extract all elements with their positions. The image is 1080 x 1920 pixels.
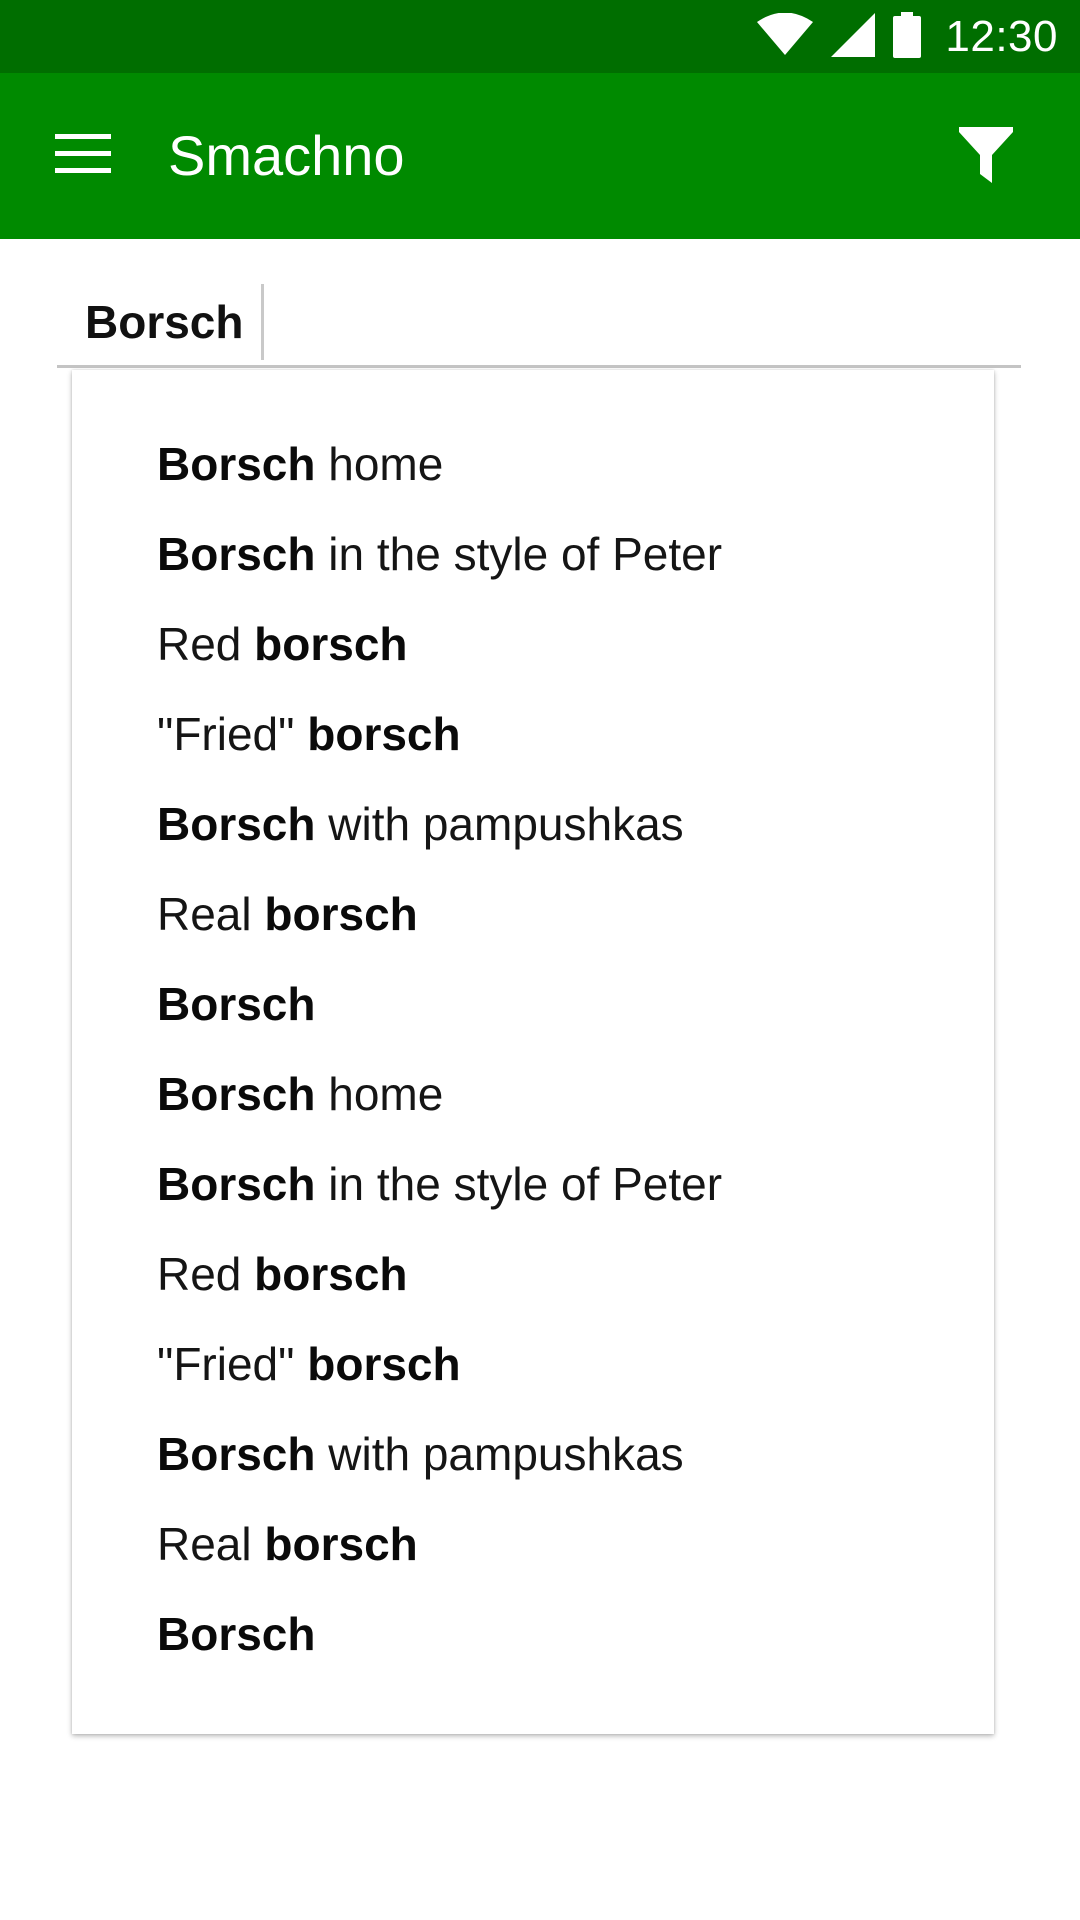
suggestion-match: Borsch <box>157 978 316 1030</box>
hamburger-menu-icon <box>55 134 111 178</box>
wifi-icon <box>757 12 814 61</box>
suggestion-item[interactable]: "Fried" borsch <box>72 689 994 779</box>
suggestion-match: borsch <box>307 708 461 760</box>
status-icons: 12:30 <box>757 0 1058 73</box>
suggestion-item[interactable]: Real borsch <box>72 1499 994 1589</box>
suggestion-match: Borsch <box>157 1158 316 1210</box>
suggestion-match: borsch <box>264 1518 418 1570</box>
suggestion-match: Borsch <box>157 1068 316 1120</box>
suggestion-text: with pampushkas <box>315 1428 684 1480</box>
suggestion-item[interactable]: Borsch with pampushkas <box>72 1409 994 1499</box>
status-bar: 12:30 <box>0 0 1080 73</box>
suggestion-match: Borsch <box>157 528 316 580</box>
suggestion-match: borsch <box>307 1338 461 1390</box>
suggestion-match: Borsch <box>157 1608 316 1660</box>
suggestion-match: Borsch <box>157 438 316 490</box>
suggestion-item[interactable]: Borsch with pampushkas <box>72 779 994 869</box>
battery-icon <box>893 11 922 62</box>
cellular-signal-icon <box>831 12 876 61</box>
screen: 12:30 Smachno Borsch Borsch home Borsch … <box>0 0 1080 1920</box>
suggestion-text: Real <box>157 1518 265 1570</box>
menu-button[interactable] <box>40 118 126 194</box>
suggestion-text: in the style of Peter <box>315 1158 723 1210</box>
suggestion-match: Borsch <box>157 1428 316 1480</box>
filter-funnel-icon <box>959 127 1013 187</box>
suggestion-text: Red <box>157 1248 255 1300</box>
suggestion-item[interactable]: Borsch <box>72 959 994 1049</box>
suggestion-item[interactable]: Red borsch <box>72 599 994 689</box>
suggestion-item[interactable]: Borsch <box>72 1589 994 1679</box>
suggestion-text: "Fried" <box>157 708 308 760</box>
suggestion-text: with pampushkas <box>315 798 684 850</box>
suggestion-item[interactable]: Red borsch <box>72 1229 994 1319</box>
search-input[interactable]: Borsch <box>57 270 1021 368</box>
suggestion-text: Real <box>157 888 265 940</box>
filter-button[interactable] <box>946 117 1026 197</box>
search-input-value: Borsch <box>85 284 265 360</box>
suggestion-item[interactable]: "Fried" borsch <box>72 1319 994 1409</box>
app-bar: Smachno <box>0 73 1080 239</box>
suggestions-dropdown: Borsch home Borsch in the style of Peter R… <box>72 370 994 1734</box>
suggestion-text: in the style of Peter <box>315 528 723 580</box>
suggestion-text: home <box>315 438 444 490</box>
status-time: 12:30 <box>945 11 1058 61</box>
suggestion-item[interactable]: Borsch in the style of Peter <box>72 509 994 599</box>
suggestion-text: Red <box>157 618 255 670</box>
suggestion-match: borsch <box>254 1248 408 1300</box>
suggestion-match: borsch <box>254 618 408 670</box>
suggestion-text: home <box>315 1068 444 1120</box>
suggestion-item[interactable]: Borsch home <box>72 1049 994 1139</box>
suggestion-item[interactable]: Borsch home <box>72 419 994 509</box>
suggestion-match: Borsch <box>157 798 316 850</box>
suggestion-match: borsch <box>264 888 418 940</box>
suggestion-item[interactable]: Borsch in the style of Peter <box>72 1139 994 1229</box>
app-title: Smachno <box>168 124 405 187</box>
suggestion-item[interactable]: Real borsch <box>72 869 994 959</box>
suggestion-text: "Fried" <box>157 1338 308 1390</box>
